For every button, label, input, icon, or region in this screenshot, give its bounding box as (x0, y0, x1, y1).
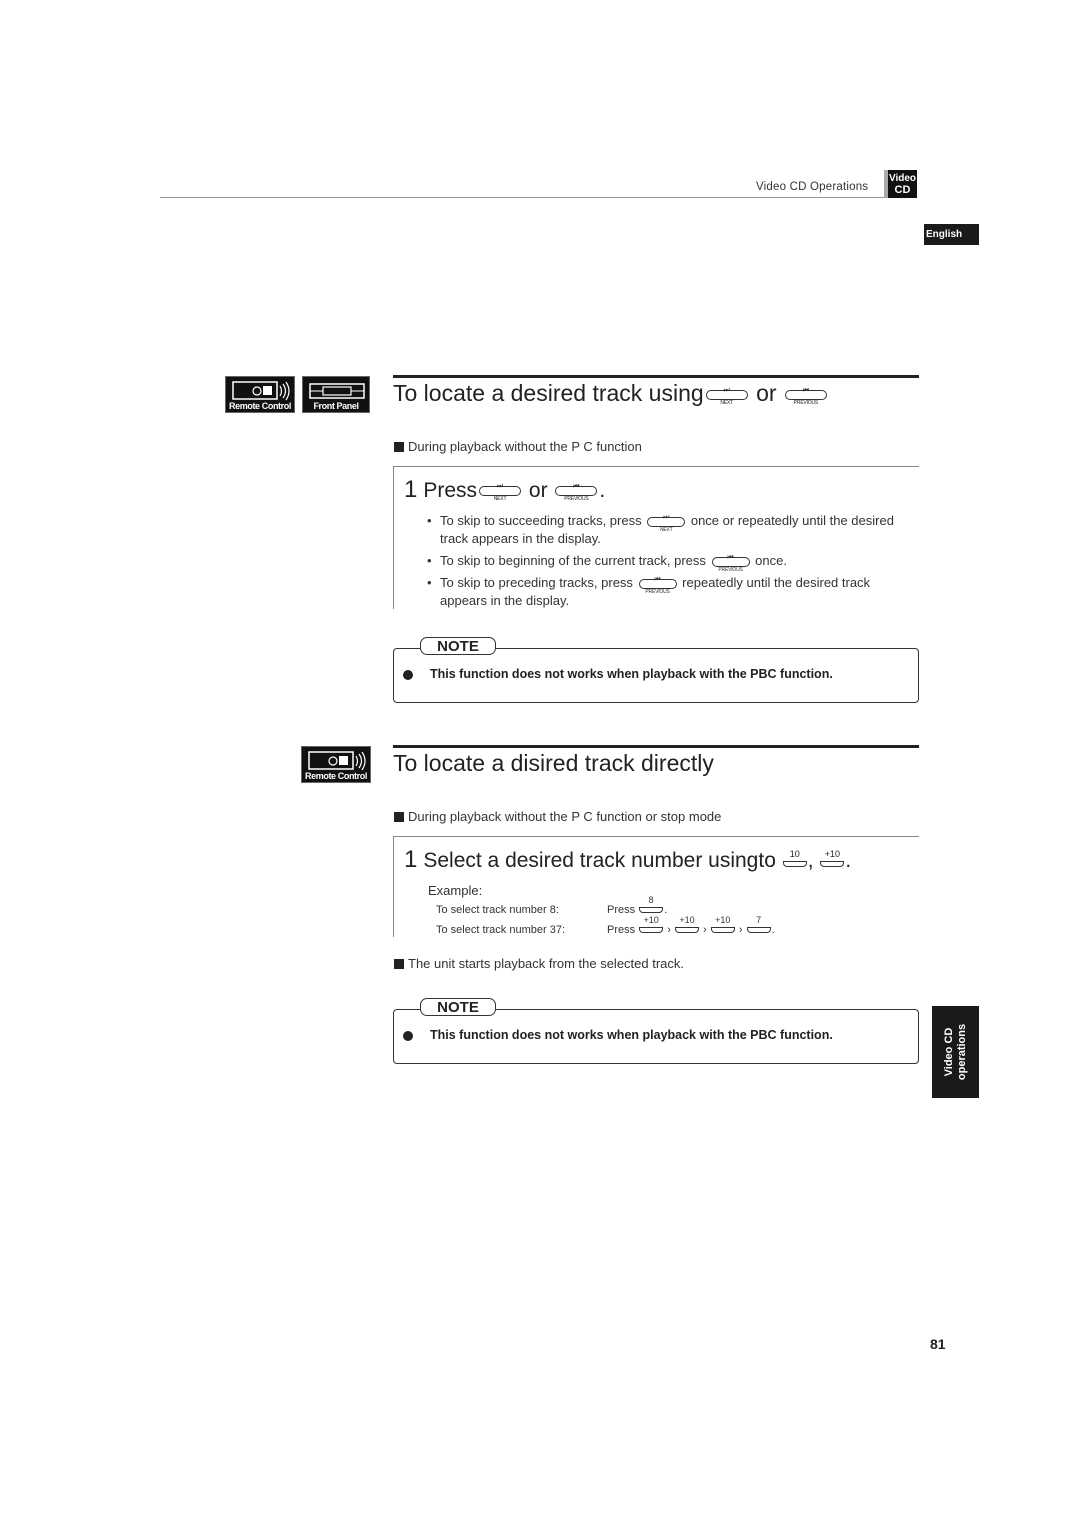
video-cd-logo: Video CD (884, 170, 917, 198)
header-divider (160, 197, 884, 198)
number-key-icon: 10 (782, 849, 807, 867)
remote-control-icon (232, 381, 290, 401)
logo-line2: CD (894, 184, 911, 196)
square-bullet-icon (394, 959, 404, 969)
condition-text: During playback without the P C function (394, 439, 642, 454)
badge-label: Remote Control (229, 401, 291, 411)
previous-key-icon: ⏮ PREVIOUS (555, 483, 598, 502)
step-box: 1Press⏭NEXT or ⏮PREVIOUS. To skip to suc… (393, 466, 919, 609)
bullet-list: To skip to succeeding tracks, press ⏭NEX… (427, 512, 907, 614)
example-row: To select track number 37: Press +10 › +… (436, 915, 775, 936)
next-key-icon: ⏭ NEXT (705, 387, 748, 406)
step-heading: 1 Press ⏭ NEXT or ⏮ PREVIOUS. (404, 476, 606, 503)
number-key-icon: 7 (746, 915, 771, 933)
logo-line1: Video (888, 173, 917, 184)
remote-control-badge: Remote Control (225, 376, 295, 413)
list-item: To skip to preceding tracks, press ⏮PREV… (427, 574, 907, 610)
page-number: 81 (930, 1336, 946, 1352)
section-title: To locate a desired track using ⏭ NEXT or … (393, 380, 829, 407)
plus10-key-icon: +10 (820, 849, 845, 867)
chapter-side-tab: Video CD operations (932, 1006, 979, 1098)
next-key-icon: ⏭ NEXT (647, 514, 686, 533)
remote-control-icon (308, 751, 366, 771)
note-box: NOTE This function does not works when p… (393, 998, 919, 1064)
note-text: This function does not works when playba… (430, 1028, 833, 1042)
number-key-icon: 8 (639, 895, 664, 913)
section-title: To locate a disired track directly (393, 750, 714, 776)
step-heading: 1 Select a desired track number usingto 1… (404, 846, 852, 873)
example-row: To select track number 8: Press 8. (436, 895, 668, 916)
language-tab: English (924, 224, 979, 245)
square-bullet-icon (394, 442, 404, 452)
previous-key-icon: ⏮ PREVIOUS (638, 576, 677, 595)
plus10-key-icon: +10 (639, 915, 664, 933)
example-label: Example: (428, 883, 483, 898)
plus10-key-icon: +10 (674, 915, 699, 933)
note-box: NOTE This function does not works when p… (393, 637, 919, 703)
condition-text: During playback without the P C function… (394, 809, 721, 824)
bullet-dot-icon (403, 670, 413, 680)
badge-label: Front Panel (313, 401, 359, 411)
previous-key-icon: ⏮ PREVIOUS (784, 387, 827, 406)
plus10-key-icon: +10 (710, 915, 735, 933)
front-panel-icon (309, 383, 365, 399)
previous-key-icon: ⏮ PREVIOUS (711, 554, 750, 573)
square-bullet-icon (394, 812, 404, 822)
front-panel-badge: Front Panel (302, 376, 370, 413)
step-box: 1 Select a desired track number usingto 1… (393, 836, 919, 937)
section-rule (393, 375, 919, 378)
list-item: To skip to succeeding tracks, press ⏭NEX… (427, 512, 907, 548)
section-rule (393, 745, 919, 748)
badge-label: Remote Control (305, 771, 367, 781)
next-key-icon: ⏭ NEXT (479, 483, 522, 502)
list-item: To skip to beginning of the current trac… (427, 552, 907, 573)
result-text: The unit starts playback from the select… (394, 956, 684, 971)
note-label: NOTE (420, 998, 496, 1016)
running-header: Video CD Operations (756, 181, 869, 193)
note-label: NOTE (420, 637, 496, 655)
note-text: This function does not works when playba… (430, 667, 833, 681)
remote-control-badge: Remote Control (301, 746, 371, 783)
bullet-dot-icon (403, 1031, 413, 1041)
